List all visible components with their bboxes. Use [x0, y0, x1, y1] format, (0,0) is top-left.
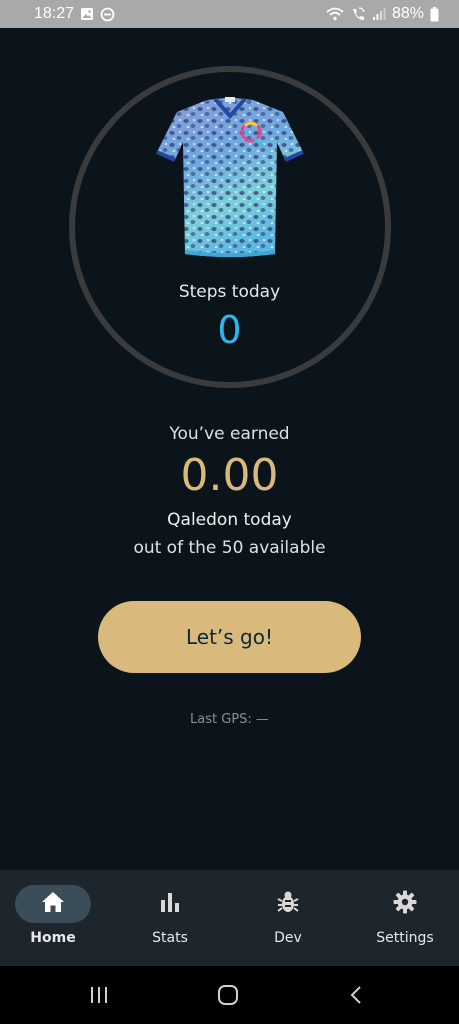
nav-stats-label: Stats — [152, 930, 188, 946]
gear-icon — [393, 890, 417, 918]
battery-icon — [430, 6, 439, 22]
signal-icon — [372, 7, 386, 21]
system-navigation-bar — [0, 966, 459, 1024]
nav-dev-pill[interactable] — [250, 885, 326, 923]
bottom-navigation: Home Stats Dev Settings — [0, 870, 459, 966]
nav-stats[interactable]: Stats — [115, 870, 225, 966]
nav-home-pill[interactable] — [15, 885, 91, 923]
status-bar: 18:27 88% — [0, 0, 459, 28]
wifi-icon — [326, 7, 344, 21]
bar-chart-icon — [159, 892, 181, 916]
lets-go-button[interactable]: Let’s go! — [98, 601, 361, 673]
recent-apps-icon[interactable] — [88, 983, 110, 1007]
status-bar-left: 18:27 — [34, 5, 115, 23]
nav-stats-pill[interactable] — [132, 885, 208, 923]
status-time: 18:27 — [34, 5, 75, 22]
battery-percent: 88% — [391, 5, 424, 22]
nav-settings-label: Settings — [376, 930, 434, 946]
home-screen: Steps today 0 You’ve earned 0.00 Qaledon… — [0, 28, 459, 870]
bug-icon — [276, 890, 300, 918]
wifi-calling-icon — [350, 7, 366, 21]
nav-dev[interactable]: Dev — [233, 870, 343, 966]
home-system-icon[interactable] — [216, 983, 240, 1007]
earned-available-text: out of the 50 available — [133, 538, 326, 558]
back-icon[interactable] — [346, 983, 366, 1007]
last-gps-text: Last GPS: — — [190, 712, 269, 727]
jersey-image — [155, 94, 305, 264]
nav-home-label: Home — [30, 930, 76, 946]
nav-dev-label: Dev — [274, 930, 302, 946]
status-bar-right: 88% — [326, 5, 439, 23]
nav-home[interactable]: Home — [0, 870, 108, 966]
nav-settings[interactable]: Settings — [350, 870, 459, 966]
steps-today-label: Steps today — [178, 282, 281, 302]
home-icon — [41, 891, 65, 917]
earned-label: You’ve earned — [169, 424, 290, 444]
steps-today-value: 0 — [217, 308, 242, 352]
gallery-icon — [80, 7, 94, 21]
do-not-disturb-icon — [100, 7, 115, 22]
nav-settings-pill[interactable] — [367, 885, 443, 923]
earned-value: 0.00 — [180, 450, 279, 501]
earned-unit-text: Qaledon today — [167, 510, 292, 530]
